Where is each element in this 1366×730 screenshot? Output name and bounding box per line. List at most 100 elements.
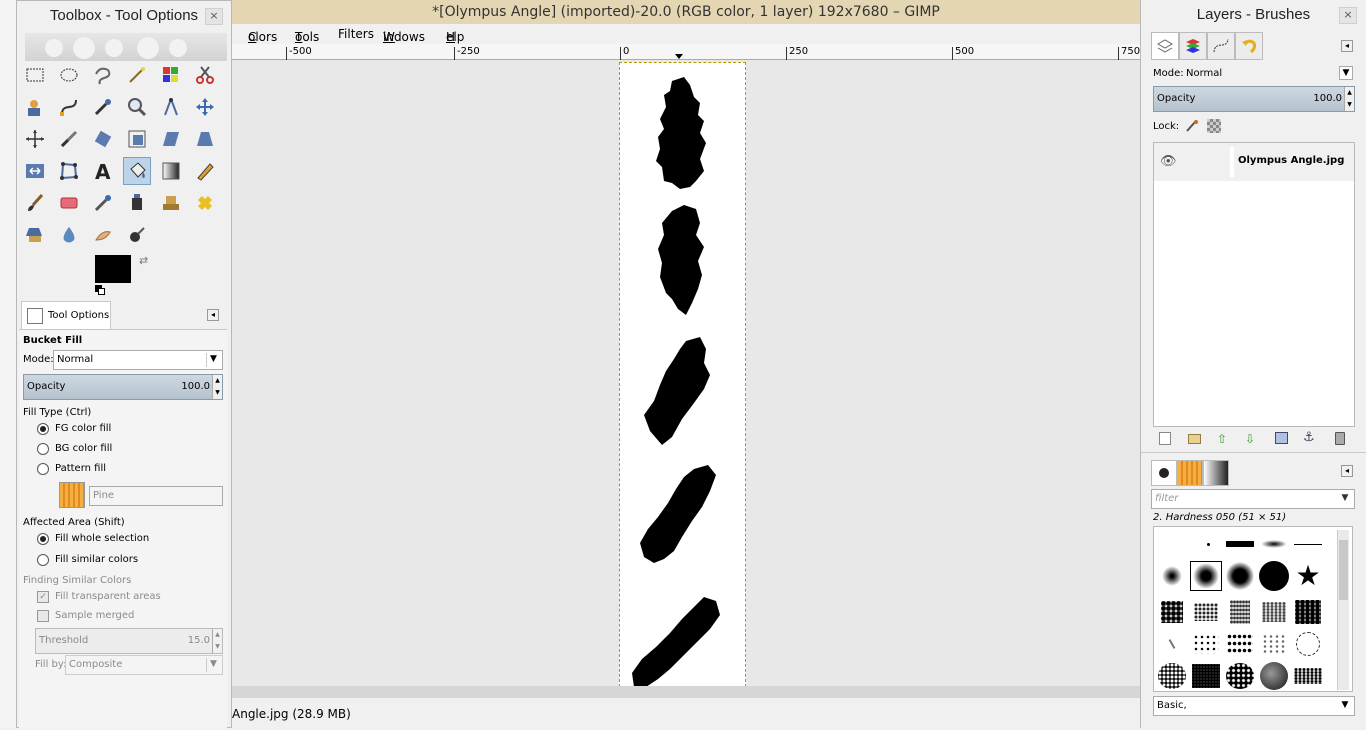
free-select-tool-icon[interactable] — [89, 61, 117, 89]
blend-tool-icon[interactable] — [157, 157, 185, 185]
layers-close-button[interactable]: × — [1339, 7, 1357, 24]
brush-item[interactable] — [1258, 597, 1290, 627]
horizontal-scrollbar[interactable] — [232, 686, 1140, 698]
paintbrush-tool-icon[interactable] — [21, 189, 49, 217]
brush-scrollbar[interactable] — [1337, 530, 1349, 690]
layers-mode-select[interactable]: Normal ▼ — [1153, 64, 1355, 84]
brush-item[interactable] — [1224, 629, 1256, 659]
heal-tool-icon[interactable] — [191, 189, 219, 217]
rotate-tool-icon[interactable] — [89, 125, 117, 153]
fill-similar-colors-radio[interactable] — [37, 554, 49, 566]
layers-list[interactable]: 👁 Olympus Angle.jpg — [1153, 142, 1355, 427]
brush-item[interactable] — [1190, 597, 1222, 627]
delete-layer-icon[interactable] — [1335, 432, 1345, 445]
tab-undo-history[interactable] — [1235, 32, 1263, 60]
menu-filters[interactable]: Filters — [338, 27, 374, 41]
toolbox-close-button[interactable]: × — [205, 8, 223, 25]
foreground-select-tool-icon[interactable] — [21, 93, 49, 121]
brush-item[interactable] — [1292, 661, 1324, 691]
horizontal-ruler[interactable]: -500 -250 0 250 500 750 — [232, 44, 1140, 60]
bucket-fill-tool-icon[interactable] — [123, 157, 151, 185]
eraser-tool-icon[interactable] — [55, 189, 83, 217]
brush-tag-input[interactable]: Basic, ▼ — [1153, 696, 1355, 716]
rect-select-tool-icon[interactable] — [21, 61, 49, 89]
panel-menu-icon[interactable]: ◂ — [1341, 465, 1353, 477]
default-colors-icon[interactable] — [95, 285, 107, 297]
brush-item[interactable] — [1258, 629, 1290, 659]
brush-grid[interactable]: ★ — [1153, 526, 1353, 692]
foreground-color-swatch[interactable] — [95, 255, 131, 283]
raise-layer-icon[interactable]: ⇧ — [1217, 432, 1227, 446]
ink-tool-icon[interactable] — [123, 189, 151, 217]
tab-paths[interactable] — [1207, 32, 1235, 60]
panel-menu-icon[interactable]: ◂ — [207, 309, 219, 321]
brush-filter-input[interactable]: filter ▼ — [1151, 489, 1355, 509]
brush-item[interactable] — [1156, 597, 1188, 627]
brush-item[interactable] — [1292, 629, 1324, 659]
align-tool-icon[interactable] — [21, 125, 49, 153]
smudge-tool-icon[interactable] — [89, 221, 117, 249]
clone-tool-icon[interactable] — [157, 189, 185, 217]
brush-item[interactable] — [1224, 597, 1256, 627]
opacity-slider[interactable]: Opacity 100.0 ▲ ▼ — [23, 374, 223, 400]
cage-transform-tool-icon[interactable] — [55, 157, 83, 185]
threshold-slider[interactable]: Threshold 15.0 ▲ ▼ — [35, 628, 223, 654]
panel-menu-icon[interactable]: ◂ — [1341, 40, 1353, 52]
brush-item[interactable] — [1190, 661, 1222, 691]
fuzzy-select-tool-icon[interactable] — [123, 61, 151, 89]
pattern-swatch[interactable] — [59, 482, 85, 508]
sample-merged-checkbox[interactable] — [37, 610, 49, 622]
tab-gradients[interactable] — [1203, 460, 1229, 486]
threshold-spinner[interactable]: ▲ ▼ — [212, 629, 222, 653]
anchor-layer-icon[interactable]: ⚓ — [1303, 430, 1315, 445]
dodge-burn-tool-icon[interactable] — [123, 221, 151, 249]
lock-alpha-icon[interactable] — [1207, 119, 1221, 133]
eye-icon[interactable]: 👁 — [1160, 154, 1177, 169]
new-layer-group-icon[interactable] — [1188, 434, 1201, 444]
image-canvas[interactable] — [232, 60, 1140, 686]
perspective-clone-tool-icon[interactable] — [21, 221, 49, 249]
lock-pixels-icon[interactable] — [1185, 119, 1199, 133]
brush-item[interactable] — [1292, 529, 1324, 559]
color-select-tool-icon[interactable] — [157, 61, 185, 89]
brush-item[interactable] — [1156, 561, 1188, 591]
scissors-tool-icon[interactable] — [191, 61, 219, 89]
layer-row[interactable]: 👁 Olympus Angle.jpg — [1154, 143, 1354, 181]
fg-color-fill-radio[interactable] — [37, 423, 49, 435]
brush-item[interactable] — [1292, 597, 1324, 627]
pattern-fill-radio[interactable] — [37, 463, 49, 475]
brush-item[interactable] — [1224, 661, 1256, 691]
fill-transparent-checkbox[interactable]: ✓ — [37, 591, 49, 603]
tab-channels[interactable] — [1179, 32, 1207, 60]
brush-item[interactable] — [1192, 529, 1224, 559]
airbrush-tool-icon[interactable] — [89, 189, 117, 217]
ellipse-select-tool-icon[interactable] — [55, 61, 83, 89]
bg-color-fill-radio[interactable] — [37, 443, 49, 455]
opacity-spinner[interactable]: ▲ ▼ — [212, 375, 222, 399]
brush-item[interactable] — [1156, 629, 1188, 659]
brush-item[interactable] — [1258, 529, 1290, 559]
brush-item[interactable] — [1156, 661, 1188, 691]
fill-by-select[interactable]: Composite ▼ — [65, 655, 223, 675]
layers-opacity-spinner[interactable]: ▲ ▼ — [1344, 87, 1354, 111]
blur-tool-icon[interactable] — [55, 221, 83, 249]
brush-item-selected[interactable] — [1190, 561, 1222, 591]
new-layer-icon[interactable] — [1159, 432, 1171, 445]
lower-layer-icon[interactable]: ⇩ — [1245, 432, 1255, 446]
crop-tool-icon[interactable] — [55, 125, 83, 153]
swap-colors-icon[interactable]: ⇄ — [139, 255, 151, 267]
brush-item[interactable] — [1190, 629, 1222, 659]
zoom-tool-icon[interactable] — [123, 93, 151, 121]
perspective-tool-icon[interactable] — [191, 125, 219, 153]
tab-patterns[interactable] — [1177, 460, 1203, 486]
mode-select[interactable]: Normal ▼ — [53, 350, 223, 370]
tab-brushes[interactable] — [1151, 460, 1177, 486]
star-brush-icon[interactable]: ★ — [1292, 561, 1324, 591]
brush-item[interactable] — [1224, 561, 1256, 591]
brush-item[interactable] — [1258, 661, 1290, 691]
pencil-tool-icon[interactable] — [191, 157, 219, 185]
tab-layers[interactable] — [1151, 32, 1179, 60]
brush-item[interactable] — [1224, 529, 1256, 559]
shear-tool-icon[interactable] — [157, 125, 185, 153]
measure-tool-icon[interactable] — [157, 93, 185, 121]
